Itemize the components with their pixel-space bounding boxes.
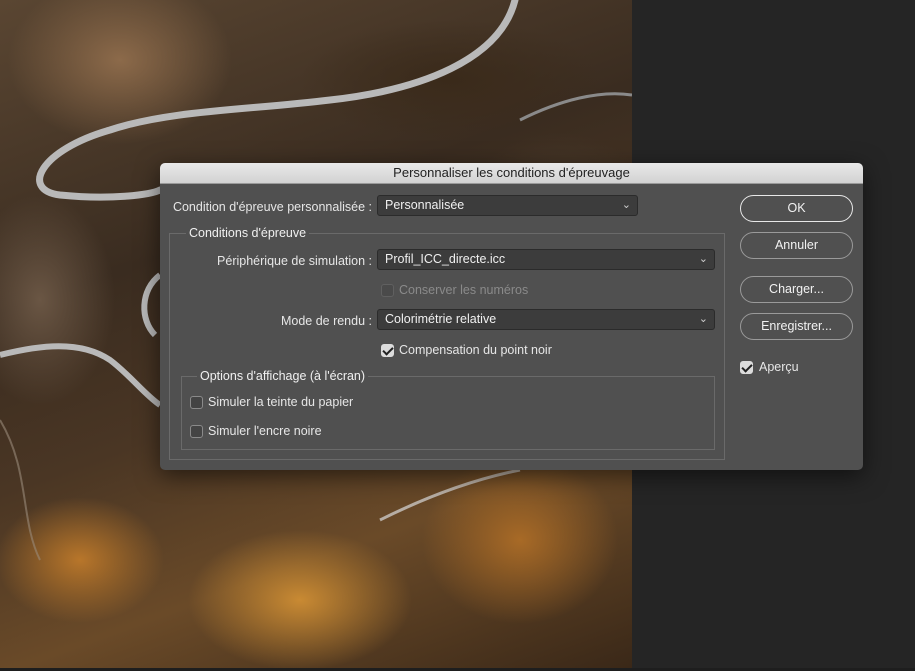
display-options-group xyxy=(181,376,715,450)
proof-conditions-legend: Conditions d'épreuve xyxy=(186,226,310,240)
simulate-paper-label: Simuler la teinte du papier xyxy=(208,395,354,409)
save-button[interactable]: Enregistrer... xyxy=(740,313,853,340)
chevron-updown-icon: ⌄ xyxy=(698,253,708,265)
custom-condition-select[interactable]: Personnalisée ⌄ xyxy=(377,195,638,216)
preview-label: Aperçu xyxy=(759,360,799,374)
ok-button[interactable]: OK xyxy=(740,195,853,222)
simulate-paper-checkbox[interactable] xyxy=(190,396,203,409)
load-button[interactable]: Charger... xyxy=(740,276,853,303)
black-point-label: Compensation du point noir xyxy=(399,343,552,357)
cancel-button[interactable]: Annuler xyxy=(740,232,853,259)
preview-checkbox[interactable] xyxy=(740,361,753,374)
proof-setup-dialog: Personnaliser les conditions d'épreuvage… xyxy=(160,163,863,470)
preserve-numbers-label: Conserver les numéros xyxy=(399,283,529,297)
rendering-intent-select[interactable]: Colorimétrie relative ⌄ xyxy=(377,309,715,330)
preserve-numbers-checkbox[interactable] xyxy=(381,284,394,297)
display-options-legend: Options d'affichage (à l'écran) xyxy=(197,369,369,383)
chevron-updown-icon: ⌄ xyxy=(621,199,631,211)
rendering-intent-label: Mode de rendu : xyxy=(280,314,372,328)
custom-condition-value: Personnalisée xyxy=(385,198,465,212)
chevron-updown-icon: ⌄ xyxy=(698,313,708,325)
simulation-device-label: Périphérique de simulation : xyxy=(217,254,372,268)
simulation-device-select[interactable]: Profil_ICC_directe.icc ⌄ xyxy=(377,249,715,270)
rendering-intent-value: Colorimétrie relative xyxy=(385,312,497,326)
simulate-ink-checkbox[interactable] xyxy=(190,425,203,438)
dialog-title[interactable]: Personnaliser les conditions d'épreuvage xyxy=(160,163,863,184)
simulation-device-value: Profil_ICC_directe.icc xyxy=(385,252,506,266)
simulate-ink-label: Simuler l'encre noire xyxy=(208,424,322,438)
black-point-checkbox[interactable] xyxy=(381,344,394,357)
custom-condition-label: Condition d'épreuve personnalisée : xyxy=(172,200,372,214)
